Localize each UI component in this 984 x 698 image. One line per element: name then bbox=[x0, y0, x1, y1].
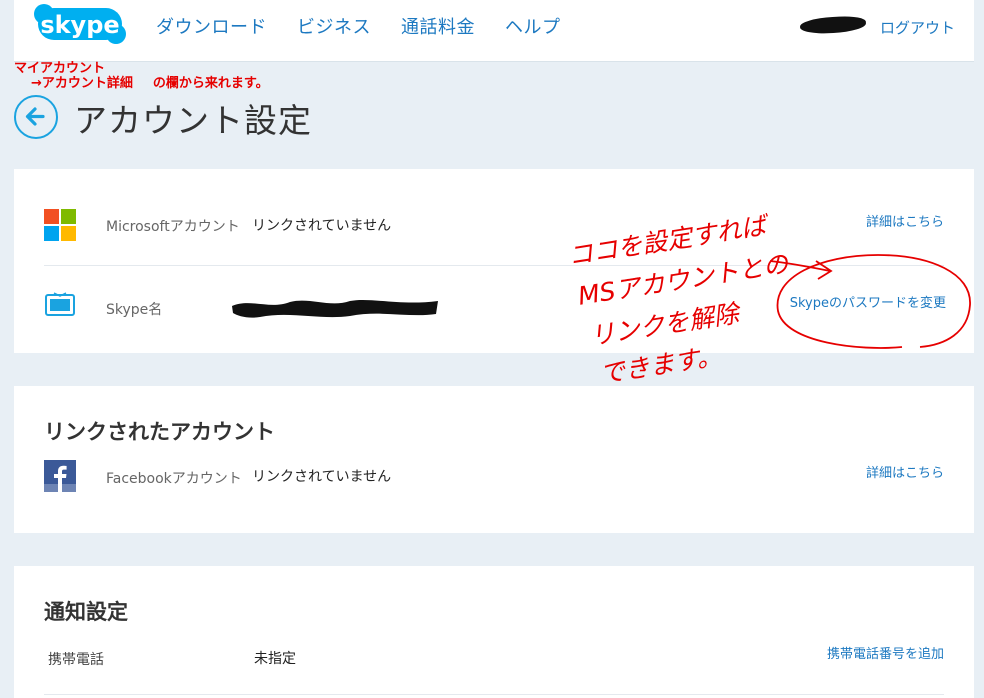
skype-name-label: Skype名 bbox=[106, 302, 163, 318]
back-button[interactable] bbox=[14, 95, 58, 139]
change-password-link[interactable]: Skypeのパスワードを変更 bbox=[790, 292, 946, 311]
facebook-account-status: リンクされていません bbox=[252, 469, 392, 485]
row-divider bbox=[44, 265, 944, 266]
note-line-2: →アカウント詳細 の欄から来れます。 bbox=[14, 76, 269, 91]
arrow-left-icon bbox=[25, 107, 45, 126]
linked-accounts-title: リンクされたアカウント bbox=[44, 420, 275, 444]
note-line-2a: →アカウント詳細 bbox=[31, 76, 133, 91]
mobile-phone-row: 携帯電話 未指定 携帯電話番号を追加 bbox=[44, 644, 944, 674]
add-mobile-number-link[interactable]: 携帯電話番号を追加 bbox=[827, 643, 944, 662]
note-line-1: マイアカウント bbox=[14, 61, 106, 76]
mobile-phone-label: 携帯電話 bbox=[48, 652, 104, 668]
facebook-icon bbox=[44, 460, 76, 492]
facebook-account-label: Facebookアカウント bbox=[106, 471, 242, 487]
nav-download[interactable]: ダウンロード bbox=[156, 13, 267, 39]
skype-name-row: Skype名 Skypeのパスワードを変更 bbox=[44, 289, 946, 321]
microsoft-logo-icon bbox=[44, 209, 76, 241]
main-nav: ダウンロード ビジネス 通話料金 ヘルプ bbox=[156, 13, 591, 39]
redacted-username bbox=[799, 15, 867, 35]
logo-text: skype bbox=[40, 11, 119, 39]
microsoft-details-link[interactable]: 詳細はこちら bbox=[866, 211, 944, 230]
microsoft-account-status: リンクされていません bbox=[252, 218, 392, 234]
top-bar: skype ダウンロード ビジネス 通話料金 ヘルプ ログアウト bbox=[14, 0, 974, 62]
page-title: アカウント設定 bbox=[74, 101, 312, 140]
notification-card: 通知設定 携帯電話 未指定 携帯電話番号を追加 bbox=[14, 566, 974, 698]
skype-logo[interactable]: skype bbox=[34, 4, 126, 44]
red-note: マイアカウント →アカウント詳細 の欄から来れます。 bbox=[14, 61, 269, 91]
nav-help[interactable]: ヘルプ bbox=[505, 13, 561, 39]
row-divider bbox=[44, 694, 944, 695]
mobile-phone-value: 未指定 bbox=[254, 651, 296, 667]
nav-business[interactable]: ビジネス bbox=[297, 13, 371, 39]
facebook-details-link[interactable]: 詳細はこちら bbox=[866, 462, 944, 481]
microsoft-account-label: Microsoftアカウント bbox=[106, 219, 240, 235]
microsoft-account-row: Microsoftアカウント リンクされていません 詳細はこちら bbox=[44, 209, 944, 241]
redacted-skype-name bbox=[232, 299, 438, 318]
account-card: Microsoftアカウント リンクされていません 詳細はこちら Skype名 … bbox=[14, 169, 974, 353]
note-line-2b: の欄から来れます。 bbox=[152, 76, 269, 91]
logout-link[interactable]: ログアウト bbox=[880, 17, 955, 38]
tv-screen-icon bbox=[45, 292, 75, 316]
notification-title: 通知設定 bbox=[44, 600, 128, 624]
nav-rates[interactable]: 通話料金 bbox=[401, 13, 475, 39]
facebook-account-row: Facebookアカウント リンクされていません 詳細はこちら bbox=[44, 460, 944, 492]
linked-accounts-card: リンクされたアカウント Facebookアカウント リンクされていません 詳細は… bbox=[14, 386, 974, 533]
